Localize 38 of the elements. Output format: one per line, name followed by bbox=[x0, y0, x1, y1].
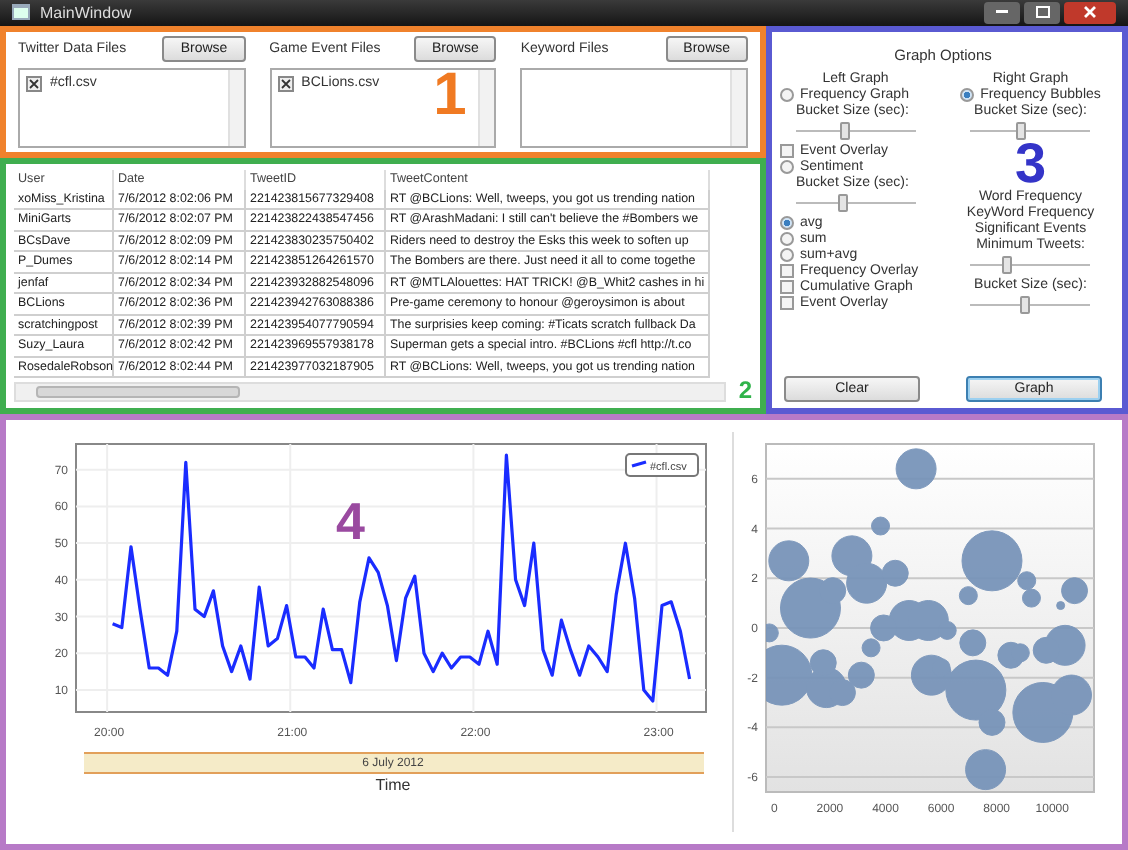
checkbox[interactable] bbox=[780, 279, 794, 293]
radio-button[interactable] bbox=[780, 247, 794, 261]
close-icon bbox=[1084, 6, 1096, 19]
region-number: 4 bbox=[335, 491, 364, 552]
radio-button[interactable] bbox=[780, 159, 794, 173]
scrollbar[interactable] bbox=[730, 69, 747, 145]
app-icon bbox=[12, 4, 30, 21]
bubble bbox=[895, 448, 937, 490]
region-number: 3 bbox=[1014, 142, 1047, 188]
region-number: 1 bbox=[433, 71, 467, 119]
slider-thumb[interactable] bbox=[1020, 295, 1031, 313]
maximize-button[interactable] bbox=[1024, 1, 1060, 24]
slider-thumb[interactable] bbox=[839, 121, 850, 139]
axis-title: Time bbox=[375, 776, 411, 794]
window-title: MainWindow bbox=[40, 3, 132, 22]
slider-thumb[interactable] bbox=[1002, 255, 1013, 273]
region-number: 2 bbox=[738, 382, 752, 402]
bubble bbox=[965, 749, 1007, 791]
minimize-button[interactable] bbox=[984, 1, 1020, 24]
minimize-icon bbox=[996, 10, 1008, 15]
radio-button[interactable] bbox=[780, 215, 794, 229]
radio-button[interactable] bbox=[960, 87, 975, 101]
maximize-icon bbox=[1035, 6, 1049, 19]
close-button[interactable] bbox=[1064, 1, 1116, 24]
scrollbar[interactable] bbox=[478, 69, 495, 145]
slider-thumb[interactable] bbox=[837, 193, 848, 211]
checkbox[interactable] bbox=[780, 143, 794, 157]
checkbox[interactable] bbox=[780, 295, 794, 309]
remove-icon[interactable] bbox=[26, 75, 42, 91]
scrollbar[interactable] bbox=[14, 382, 727, 402]
scrollbar[interactable] bbox=[227, 69, 244, 145]
bubble bbox=[861, 638, 881, 658]
radio-button[interactable] bbox=[780, 87, 794, 101]
remove-icon[interactable] bbox=[277, 75, 294, 91]
slider-thumb[interactable] bbox=[1016, 121, 1027, 139]
radio-button[interactable] bbox=[780, 231, 794, 245]
file-list[interactable] bbox=[520, 67, 749, 147]
checkbox[interactable] bbox=[780, 263, 794, 277]
